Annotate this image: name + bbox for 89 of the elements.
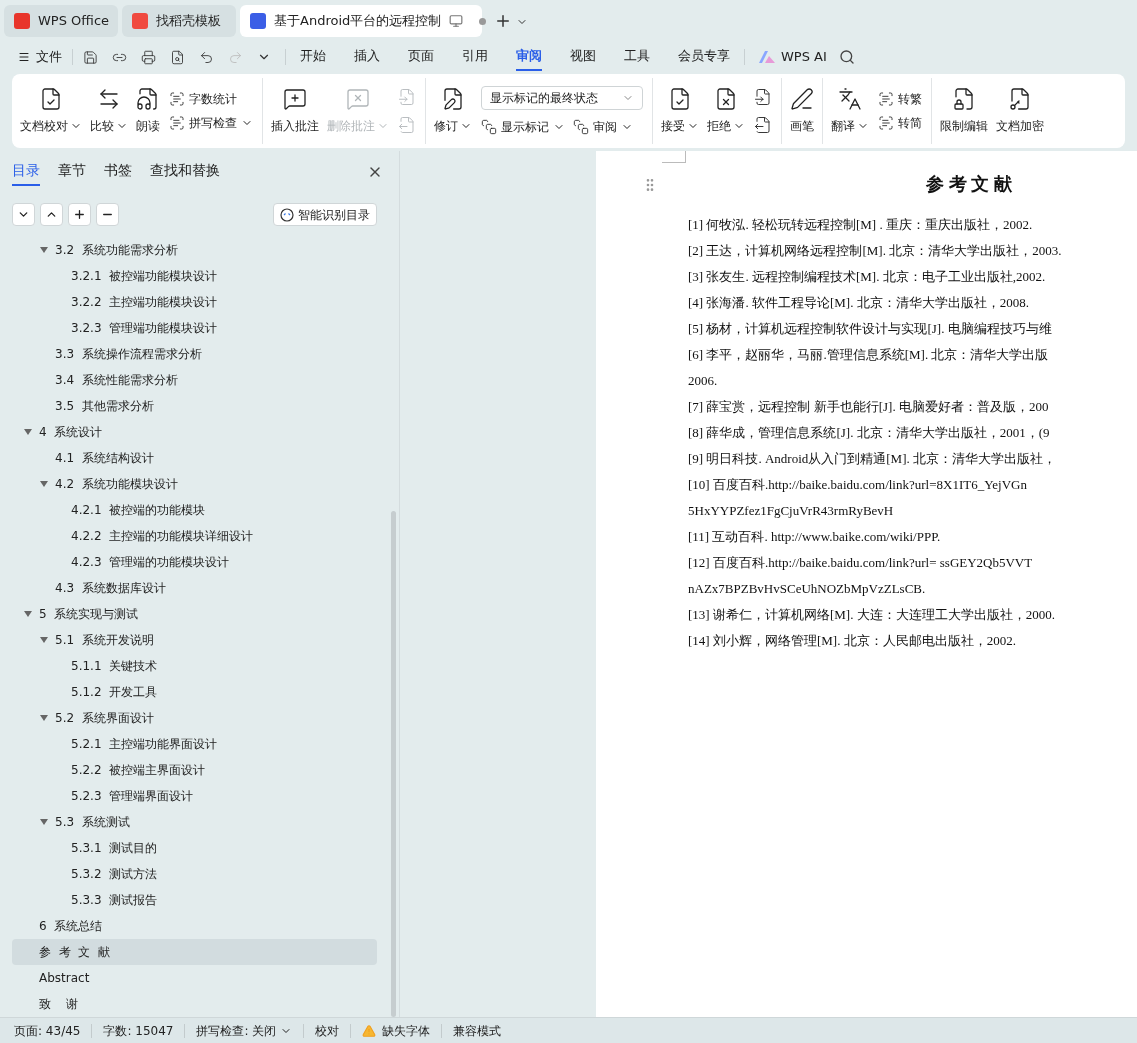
reference-line: [2] 王达，计算机网络远程控制[M]. 北京：清华大学出版社，2003. [688,242,1063,260]
toc-item[interactable]: 3.3 系统操作流程需求分析 [12,341,377,367]
document-tab[interactable]: 找稻壳模板 [122,5,236,37]
ribbon-button[interactable]: 拒绝 [704,78,748,144]
toc-item[interactable]: 3.2.1 被控端功能模块设计 [12,263,377,289]
toc-item[interactable]: 5.1.1 关键技术 [12,653,377,679]
reference-line: [7] 薛宝赏，远程控制 新手也能行[J]. 电脑爱好者：普及版，200 [688,398,1050,416]
ribbon-small-button[interactable]: 字数统计 [169,90,253,108]
toc-item[interactable]: 5.3.3 测试报告 [12,887,377,913]
markup-select[interactable]: 显示标记的最终状态 [481,86,643,110]
reference-line: [1] 何牧泓. 轻松玩转远程控制[M] . 重庆：重庆出版社，2002. [688,216,1034,234]
toc-item[interactable]: 参 考 文 献 [12,939,377,965]
toc-item[interactable]: 6 系统总结 [12,913,377,939]
reference-line: [6] 李平，赵丽华，马丽.管理信息系统[M]. 北京：清华大学出版 [688,346,1050,364]
ribbon-tab[interactable]: 页面 [408,43,434,71]
ribbon-button[interactable]: 画笔 [787,78,817,144]
ribbon-button[interactable]: 文档加密 [993,78,1047,144]
reference-line: [10] 百度百科.http://baike.baidu.com/link?url=8X1IT6_YejVGn [688,476,1028,494]
reference-line: 5HxYYPZfez1FgCjuVrR43rmRyBevH [688,502,895,520]
document-tab[interactable]: WPS Office [4,5,118,37]
ribbon-small-button[interactable]: 审阅 [573,118,633,136]
toc-item[interactable]: 4.2.1 被控端的功能模块 [12,497,377,523]
ribbon-tab[interactable]: 视图 [570,43,596,71]
reference-line: [11] 互动百科. http://www.baike.com/wiki/PPP. [688,528,942,546]
reference-line: [3] 张友生. 远程控制编程技术[M]. 北京：电子工业出版社,2002. [688,268,1047,286]
ribbon-button[interactable]: 朗读 [133,78,163,144]
toc-item[interactable]: 3.2.2 主控端功能模块设计 [12,289,377,315]
reference-line: [12] 百度百科.http://baike.baidu.com/link?url= ssGEY2Qb5VVT [688,554,1034,572]
toc-item[interactable]: 4.2.3 管理端的功能模块设计 [12,549,377,575]
sidebar-tab[interactable]: 目录 [12,157,40,186]
toc-item[interactable]: 5 系统实现与测试 [12,601,377,627]
toc-item[interactable]: 5.2.3 管理端界面设计 [12,783,377,809]
ribbon-small-button[interactable]: 拼写检查 [169,114,253,132]
toc-item[interactable]: 5.2.1 主控端功能界面设计 [12,731,377,757]
reference-line: [5] 杨材，计算机远程控制软件设计与实现[J]. 电脑编程技巧与维 [688,320,1053,338]
reference-line: [13] 谢希仁，计算机网络[M]. 大连：大连理工大学出版社，2000. [688,606,1056,624]
toc-item[interactable]: 3.2 系统功能需求分析 [12,237,377,263]
ribbon-tab[interactable]: 开始 [300,43,326,71]
toc-item[interactable]: 3.5 其他需求分析 [12,393,377,419]
reference-line: nAZx7BPZBvHvSCeUhNOZbMpVzZLsCB. [688,580,927,598]
ribbon-button[interactable]: 文档校对 [17,78,85,144]
toc-item[interactable]: 5.1.2 开发工具 [12,679,377,705]
toc-item[interactable]: 4.2.2 主控端的功能模块详细设计 [12,523,377,549]
file-menu-button[interactable]: 文件 [18,47,62,67]
ribbon-tab[interactable]: 引用 [462,43,488,71]
toc-item[interactable]: 4.2 系统功能模块设计 [12,471,377,497]
status-text: 页面: 43/45 [14,1022,81,1040]
ribbon-tab[interactable]: 会员专享 [678,43,730,71]
missing-font-status[interactable]: 缺失字体 [362,1021,431,1040]
toc-item[interactable]: 4.3 系统数据库设计 [12,575,377,601]
ribbon-tab[interactable]: 工具 [624,43,650,71]
ribbon-button[interactable]: 翻译 [828,78,872,144]
sidebar-tab[interactable]: 查找和替换 [150,157,220,186]
spell-check-status[interactable]: 拼写检查: 关闭 [196,1021,293,1040]
status-text: 校对 [315,1022,340,1040]
toc-item[interactable]: 致 谢 [12,991,377,1017]
toc-item[interactable]: Abstract [12,965,377,991]
ai-button[interactable]: WPS AI [759,47,827,67]
sidebar-tab[interactable]: 书签 [104,157,132,186]
ribbon-button[interactable]: 限制编辑 [937,78,991,144]
toc-item[interactable]: 5.1 系统开发说明 [12,627,377,653]
reference-line: 2006. [688,372,719,390]
ribbon-button[interactable]: 插入批注 [268,78,322,144]
sidebar-tab[interactable]: 章节 [58,157,86,186]
toc-item[interactable]: 3.4 系统性能需求分析 [12,367,377,393]
reference-line: [4] 张海潘. 软件工程导论[M]. 北京：清华大学出版社，2008. [688,294,1030,312]
reference-line: [8] 薛华成，管理信息系统[J]. 北京：清华大学出版社，2001，(9 [688,424,1051,442]
toc-item[interactable]: 5.2.2 被控端主界面设计 [12,757,377,783]
toc-item[interactable]: 4.1 系统结构设计 [12,445,377,471]
ribbon-small-button[interactable]: 转简 [878,114,922,132]
reference-line: [9] 明日科技. Android从入门到精通[M]. 北京：清华大学出版社， [688,450,1057,468]
toc-item[interactable]: 3.2.3 管理端功能模块设计 [12,315,377,341]
ribbon-button[interactable]: 接受 [658,78,702,144]
ribbon-small-button[interactable]: 显示标记 [481,118,565,136]
smart-toc-button[interactable]: 智能识别目录 [273,203,377,226]
toc-item[interactable]: 5.3.1 测试目的 [12,835,377,861]
ribbon-tab[interactable]: 审阅 [516,43,542,71]
ribbon-button[interactable]: 比较 [87,78,131,144]
status-text: 字数: 15047 [103,1022,174,1040]
toc-item[interactable]: 5.3 系统测试 [12,809,377,835]
toc-item[interactable]: 5.2 系统界面设计 [12,705,377,731]
ribbon-button[interactable]: 修订 [431,78,475,144]
ribbon-tab[interactable]: 插入 [354,43,380,71]
toc-item[interactable]: 4 系统设计 [12,419,377,445]
reference-line: [14] 刘小辉，网络管理[M]. 北京：人民邮电出版社，2002. [688,632,1017,650]
ribbon-small-button[interactable]: 转繁 [878,90,922,108]
reference-heading: 参 考 文 献 [926,173,1013,196]
toc-item[interactable]: 5.3.2 测试方法 [12,861,377,887]
status-text: 兼容模式 [453,1022,502,1040]
